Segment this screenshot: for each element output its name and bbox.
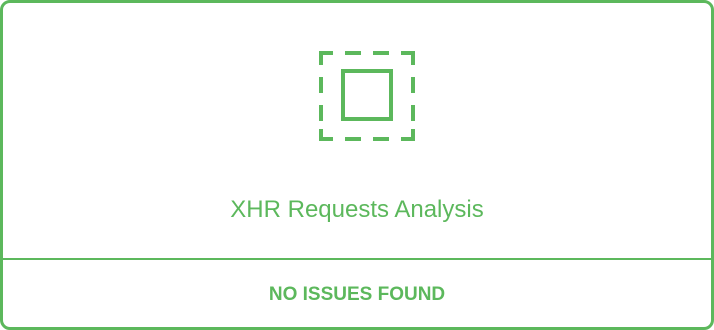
divider	[3, 258, 711, 260]
status-label: NO ISSUES FOUND	[268, 284, 446, 305]
panel-title: XHR Requests Analysis	[230, 196, 484, 223]
selection-square-icon	[319, 49, 415, 143]
analysis-card: XHR Requests Analysis NO ISSUES FOUND	[0, 0, 714, 330]
